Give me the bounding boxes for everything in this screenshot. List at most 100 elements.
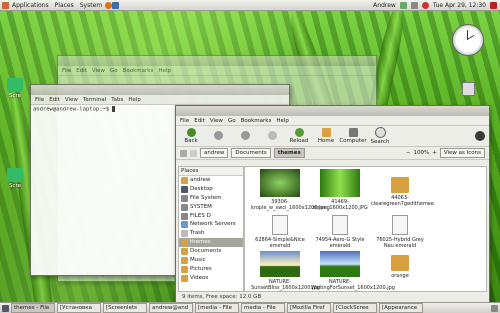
file-manager-window[interactable]: File Edit View Go Bookmarks Help Back Re… xyxy=(175,105,490,303)
desktop-icon-screenshot[interactable]: Scre xyxy=(2,78,28,99)
sidebar-item-themes[interactable]: themes xyxy=(179,238,243,248)
volume-icon[interactable] xyxy=(410,1,418,9)
menu-bookmarks[interactable]: Bookmarks xyxy=(241,118,272,124)
taskbar-button[interactable]: [media - File xyxy=(195,303,239,313)
menu-help[interactable]: Help xyxy=(276,118,289,124)
menu-system[interactable]: System xyxy=(77,2,105,9)
window-titlebar[interactable] xyxy=(58,56,376,66)
file-item[interactable]: 41469-zielen_1600x1200.JPG xyxy=(311,169,369,211)
menu-go[interactable]: Go xyxy=(110,68,118,74)
sidebar-item-desktop[interactable]: Desktop xyxy=(179,185,243,194)
menu-edit[interactable]: Edit xyxy=(76,68,87,74)
sidebar-header[interactable]: Places xyxy=(179,167,243,176)
taskbar-button[interactable]: media - File xyxy=(241,303,285,313)
file-item[interactable]: 74954-Aero-G Style emerald xyxy=(311,215,369,249)
back-button[interactable]: Back xyxy=(180,128,202,144)
sidebar-item-pictures[interactable]: Pictures xyxy=(179,265,243,274)
folder-icon xyxy=(181,265,188,273)
menu-view[interactable]: View xyxy=(210,118,223,124)
taskbar-label: [Mozilla Firef xyxy=(290,305,325,311)
show-desktop-icon[interactable] xyxy=(2,304,9,312)
sidebar-item-andrew[interactable]: andrew xyxy=(179,176,243,185)
menu-file[interactable]: File xyxy=(35,97,44,103)
firefox-launcher-icon[interactable] xyxy=(105,1,113,9)
menu-terminal[interactable]: Terminal xyxy=(83,97,106,103)
sidebar-item-network[interactable]: Network Servers xyxy=(179,220,243,229)
file-item[interactable]: orange xyxy=(371,255,429,279)
menu-view[interactable]: View xyxy=(65,97,78,103)
trash-applet-icon[interactable] xyxy=(491,304,498,312)
home-button[interactable]: Home xyxy=(315,128,337,144)
network-icon[interactable] xyxy=(399,1,407,9)
sidebar-item-file-system[interactable]: File System xyxy=(179,194,243,203)
taskbar-label: [Установка xyxy=(60,305,92,311)
sidebar-item-files-d[interactable]: FILES D xyxy=(179,212,243,221)
stop-button[interactable] xyxy=(261,131,283,141)
taskbar-button[interactable]: themes - File xyxy=(11,303,55,313)
clock-datetime[interactable]: Tue Apr 29, 12:30 xyxy=(433,2,486,9)
image-file-icon xyxy=(7,168,23,182)
menu-places[interactable]: Places xyxy=(52,2,77,9)
path-crumb-documents[interactable]: Documents xyxy=(231,148,271,158)
search-button[interactable]: Search xyxy=(369,127,391,145)
mail-launcher-icon[interactable] xyxy=(112,1,120,9)
menu-file[interactable]: File xyxy=(62,68,71,74)
menu-help[interactable]: Help xyxy=(158,68,171,74)
menu-applications[interactable]: Applications xyxy=(9,2,52,9)
stop-icon xyxy=(267,131,277,140)
menu-go[interactable]: Go xyxy=(228,118,236,124)
taskbar-button[interactable]: [Mozilla Firef xyxy=(287,303,331,313)
zoom-level[interactable]: 100% xyxy=(414,150,430,156)
taskbar-button[interactable]: [Appearance xyxy=(379,303,423,313)
menu-edit[interactable]: Edit xyxy=(49,97,60,103)
taskbar-label: andrew@and xyxy=(152,305,189,311)
sidebar-item-system[interactable]: SYSTEM xyxy=(179,203,243,212)
menu-view[interactable]: View xyxy=(92,68,105,74)
update-icon[interactable] xyxy=(421,1,429,9)
file-item[interactable]: 62864-Simple&Nice emerald xyxy=(251,215,309,249)
chevron-left-icon[interactable] xyxy=(190,149,197,157)
reload-button[interactable]: Reload xyxy=(288,128,310,144)
taskbar-button[interactable]: [Установка xyxy=(57,303,101,313)
file-name: 44063-clearegreen7gedithemee xyxy=(371,195,434,207)
file-item[interactable]: NATURE-SunsetBliss_1600x1200.jpg xyxy=(251,251,320,291)
window-titlebar[interactable] xyxy=(176,106,489,116)
computer-button[interactable]: Computer xyxy=(339,128,367,144)
up-button[interactable] xyxy=(234,131,256,141)
taskbar-button[interactable]: [ClockScree xyxy=(333,303,377,313)
menu-help[interactable]: Help xyxy=(128,97,141,103)
desktop-icon-screenshot[interactable]: Scre xyxy=(2,168,28,189)
menu-edit[interactable]: Edit xyxy=(194,118,205,124)
window-titlebar[interactable] xyxy=(31,85,289,95)
user-name[interactable]: Andrew xyxy=(373,2,396,9)
path-crumb-themes[interactable]: themes xyxy=(273,148,305,158)
path-crumb-andrew[interactable]: andrew xyxy=(200,148,229,158)
sidebar-item-music[interactable]: Music xyxy=(179,256,243,265)
applications-icon[interactable] xyxy=(2,1,9,9)
clock-screenlet[interactable] xyxy=(452,24,484,56)
sidebar-item-documents[interactable]: Documents xyxy=(179,247,243,256)
taskbar-button[interactable]: [Screenlets xyxy=(103,303,147,313)
file-item[interactable]: 76025-Hybrid Grey Neu emerald xyxy=(371,215,429,249)
zoom-in-icon[interactable]: + xyxy=(432,150,437,156)
taskbar-button[interactable]: andrew@and xyxy=(149,303,193,313)
file-item[interactable]: NATURE-WaitingForSunset_1600x1200.jpg xyxy=(311,251,395,291)
trash-icon[interactable] xyxy=(462,82,475,96)
folder-icon xyxy=(181,256,188,264)
menu-file[interactable]: File xyxy=(180,118,189,124)
sidebar-item-videos[interactable]: Videos xyxy=(179,274,243,283)
toggle-location-icon[interactable] xyxy=(180,149,187,157)
file-name: 74954-Aero-G Style emerald xyxy=(315,237,365,249)
file-item[interactable]: 44063-clearegreen7gedithemee xyxy=(371,169,434,207)
back-arrow-icon xyxy=(186,128,196,137)
power-icon[interactable] xyxy=(490,1,497,9)
file-item[interactable]: 39306-krople_w_swci_1600x1200.jpeg xyxy=(251,169,330,211)
trash-icon xyxy=(181,230,188,238)
forward-button[interactable] xyxy=(207,131,229,141)
menu-tabs[interactable]: Tabs xyxy=(111,97,123,103)
menu-bookmarks[interactable]: Bookmarks xyxy=(123,68,154,74)
zoom-out-icon[interactable]: − xyxy=(406,150,411,156)
file-icon-view[interactable]: 39306-krople_w_swci_1600x1200.jpeg 41469… xyxy=(244,166,487,292)
sidebar-item-trash[interactable]: Trash xyxy=(179,229,243,238)
view-mode-select[interactable]: View as Icons xyxy=(439,148,485,158)
